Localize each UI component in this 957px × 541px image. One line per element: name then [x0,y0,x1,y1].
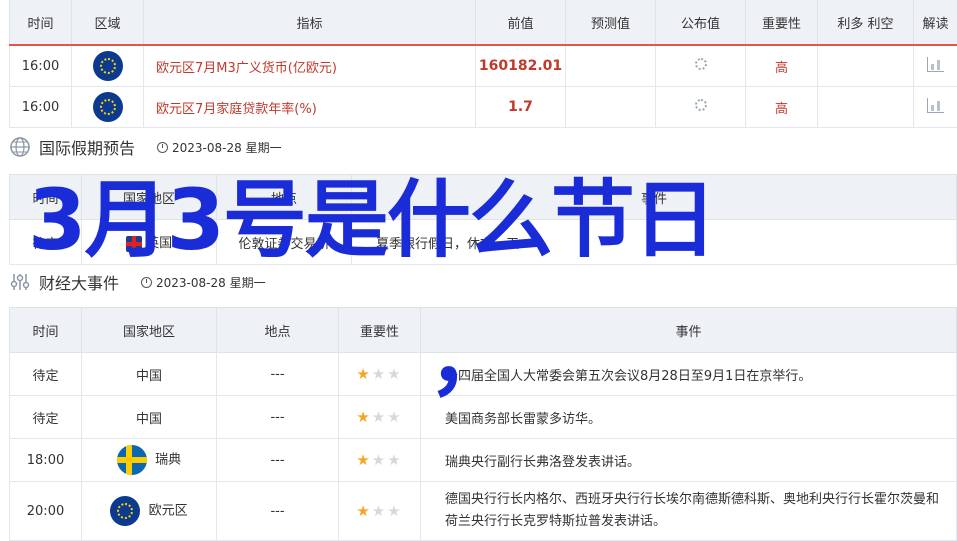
finance-title: 财经大事件 [39,270,119,294]
row-place: --- [217,482,339,541]
globe-icon [9,136,31,158]
row-time: 20:00 [10,482,82,541]
star-filled-icon: ★ [356,451,371,469]
star-filled-icon: ★ [356,365,371,383]
star-empty-icon: ★★ [372,365,403,383]
col-indicator: 指标 [144,0,476,45]
col-time: 时间 [10,308,82,353]
overlay-mark: ， [428,318,512,398]
col-impact: 利多 利空 [818,0,914,45]
col-actual: 公布值 [656,0,746,45]
eu-flag-icon [110,496,140,526]
impact-value [818,87,914,128]
col-place: 地点 [217,308,339,353]
sweden-flag-icon [117,445,147,475]
finance-section-header: 财经大事件 2023-08-28 星期一 [9,270,266,294]
row-region: 瑞典 [155,453,181,468]
col-time: 时间 [10,0,72,45]
row-region: 欧元区 [149,504,188,519]
importance-stars: ★★★ [339,439,421,482]
importance-value: 高 [746,45,818,87]
importance-stars: ★★★ [339,482,421,541]
col-importance: 重要性 [746,0,818,45]
indicator-header-row: 时间 区域 指标 前值 预测值 公布值 重要性 利多 利空 解读 [10,0,957,45]
star-filled-icon: ★ [356,502,371,520]
prev-value: 1.7 [476,87,566,128]
table-row: 18:00 瑞典 --- ★★★ 瑞典央行副行长弗洛登发表讲话。 [10,439,957,482]
holiday-section-header: 国际假期预告 2023-08-28 星期一 [9,135,282,159]
forecast-value [566,45,656,87]
holiday-title: 国际假期预告 [39,135,135,159]
star-empty-icon: ★★ [372,408,403,426]
col-interpretation: 解读 [914,0,957,45]
table-row: 16:00 欧元区7月家庭贷款年率(%) 1.7 高 [10,87,957,128]
col-forecast: 预测值 [566,0,656,45]
chart-icon[interactable] [927,98,944,113]
row-time: 18:00 [10,439,82,482]
row-place: --- [217,396,339,439]
row-time: 待定 [10,353,82,396]
finance-date: 2023-08-28 星期一 [156,274,266,291]
row-time: 16:00 [10,87,72,128]
indicator-link[interactable]: 欧元区7月家庭贷款年率(%) [144,87,476,128]
eu-flag-icon [93,51,123,81]
star-filled-icon: ★ [356,408,371,426]
row-place: --- [217,353,339,396]
loading-icon [695,99,707,111]
col-region: 区域 [72,0,144,45]
importance-stars: ★★★ [339,353,421,396]
eu-flag-icon [93,92,123,122]
indicator-link[interactable]: 欧元区7月M3广义货币(亿欧元) [144,45,476,87]
row-event: 德国央行行长内格尔、西班牙央行行长埃尔南德斯德科斯、奥地利央行行长霍尔茨曼和荷兰… [421,482,957,541]
col-importance: 重要性 [339,308,421,353]
indicator-table-wrap: 时间 区域 指标 前值 预测值 公布值 重要性 利多 利空 解读 16:00 欧… [9,0,957,128]
col-region: 国家地区 [82,308,217,353]
impact-value [818,45,914,87]
prev-value: 160182.01 [476,45,566,87]
row-place: --- [217,439,339,482]
row-time: 待定 [10,396,82,439]
chart-icon[interactable] [927,57,944,72]
importance-value: 高 [746,87,818,128]
importance-stars: ★★★ [339,396,421,439]
row-event: 瑞典央行副行长弗洛登发表讲话。 [421,439,957,482]
overlay-headline: 3月3号是什么节日 [28,172,715,268]
table-row: 16:00 欧元区7月M3广义货币(亿欧元) 160182.01 高 [10,45,957,87]
sliders-icon [9,271,31,293]
star-empty-icon: ★★ [372,502,403,520]
indicator-table: 时间 区域 指标 前值 预测值 公布值 重要性 利多 利空 解读 16:00 欧… [9,0,957,128]
clock-icon [141,277,152,288]
col-prev: 前值 [476,0,566,45]
star-empty-icon: ★★ [372,451,403,469]
holiday-date: 2023-08-28 星期一 [172,139,282,156]
clock-icon [157,142,168,153]
row-region: 中国 [82,396,217,439]
loading-icon [695,58,707,70]
table-row: 20:00 欧元区 --- ★★★ 德国央行行长内格尔、西班牙央行行长埃尔南德斯… [10,482,957,541]
forecast-value [566,87,656,128]
row-region: 中国 [82,353,217,396]
row-time: 16:00 [10,45,72,87]
